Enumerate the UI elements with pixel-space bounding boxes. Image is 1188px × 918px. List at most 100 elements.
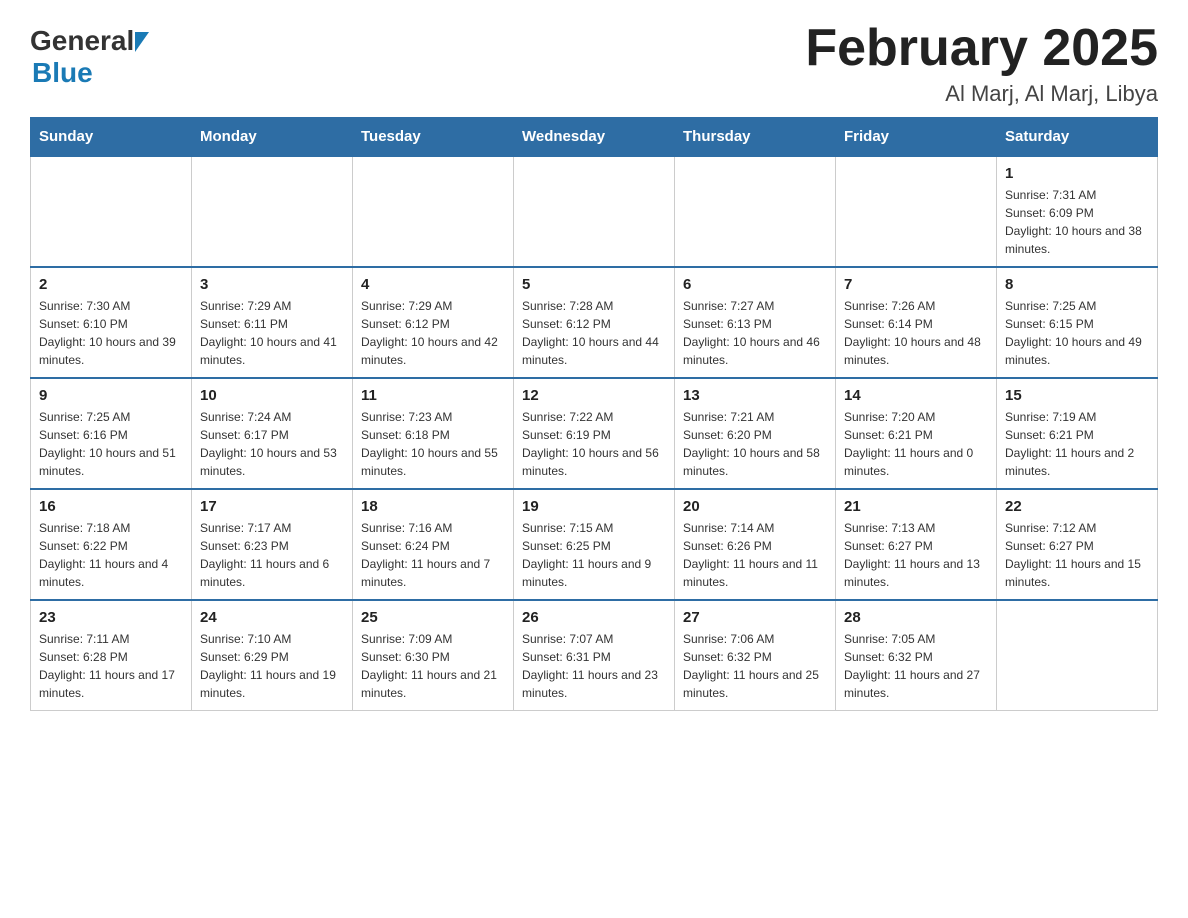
day-number: 8 bbox=[1005, 276, 1149, 293]
calendar-cell: 19 Sunrise: 7:15 AMSunset: 6:25 PMDayligh… bbox=[514, 489, 675, 600]
logo: General Blue bbox=[30, 20, 149, 89]
day-number: 10 bbox=[200, 387, 344, 404]
calendar-cell bbox=[997, 600, 1158, 711]
calendar-cell: 17 Sunrise: 7:17 AMSunset: 6:23 PMDayligh… bbox=[192, 489, 353, 600]
day-number: 19 bbox=[522, 498, 666, 515]
day-number: 6 bbox=[683, 276, 827, 293]
calendar-week-5: 23 Sunrise: 7:11 AMSunset: 6:28 PMDayligh… bbox=[31, 600, 1158, 711]
day-info: Sunrise: 7:28 AMSunset: 6:12 PMDaylight:… bbox=[522, 297, 666, 369]
day-info: Sunrise: 7:22 AMSunset: 6:19 PMDaylight:… bbox=[522, 408, 666, 480]
calendar-cell: 22 Sunrise: 7:12 AMSunset: 6:27 PMDayligh… bbox=[997, 489, 1158, 600]
calendar-cell: 9Sunrise: 7:25 AMSunset: 6:16 PMDaylight… bbox=[31, 378, 192, 489]
day-info: Sunrise: 7:29 AMSunset: 6:11 PMDaylight:… bbox=[200, 297, 344, 369]
day-info: Sunrise: 7:21 AMSunset: 6:20 PMDaylight:… bbox=[683, 408, 827, 480]
day-number: 15 bbox=[1005, 387, 1149, 404]
day-number: 14 bbox=[844, 387, 988, 404]
day-number: 2 bbox=[39, 276, 183, 293]
day-info: Sunrise: 7:30 AMSunset: 6:10 PMDaylight:… bbox=[39, 297, 183, 369]
page-title: February 2025 bbox=[805, 20, 1158, 77]
day-number: 13 bbox=[683, 387, 827, 404]
logo-general-text: General bbox=[30, 25, 134, 57]
calendar-cell bbox=[31, 156, 192, 267]
calendar-cell: 24Sunrise: 7:10 AMSunset: 6:29 PMDayligh… bbox=[192, 600, 353, 711]
day-info: Sunrise: 7:14 AMSunset: 6:26 PMDaylight:… bbox=[683, 519, 827, 591]
calendar-cell: 6 Sunrise: 7:27 AMSunset: 6:13 PMDaylight… bbox=[675, 267, 836, 378]
calendar-cell bbox=[675, 156, 836, 267]
calendar-week-1: 1 Sunrise: 7:31 AMSunset: 6:09 PMDaylight… bbox=[31, 156, 1158, 267]
calendar-cell: 1 Sunrise: 7:31 AMSunset: 6:09 PMDaylight… bbox=[997, 156, 1158, 267]
calendar-header-tuesday: Tuesday bbox=[353, 118, 514, 157]
day-number: 25 bbox=[361, 609, 505, 626]
day-info: Sunrise: 7:17 AMSunset: 6:23 PMDaylight:… bbox=[200, 519, 344, 591]
day-number: 1 bbox=[1005, 165, 1149, 182]
calendar-cell: 8Sunrise: 7:25 AMSunset: 6:15 PMDaylight… bbox=[997, 267, 1158, 378]
day-info: Sunrise: 7:19 AMSunset: 6:21 PMDaylight:… bbox=[1005, 408, 1149, 480]
day-number: 26 bbox=[522, 609, 666, 626]
calendar-cell: 5 Sunrise: 7:28 AMSunset: 6:12 PMDaylight… bbox=[514, 267, 675, 378]
calendar-cell: 4 Sunrise: 7:29 AMSunset: 6:12 PMDaylight… bbox=[353, 267, 514, 378]
day-info: Sunrise: 7:27 AMSunset: 6:13 PMDaylight:… bbox=[683, 297, 827, 369]
calendar-header-friday: Friday bbox=[836, 118, 997, 157]
calendar-week-3: 9Sunrise: 7:25 AMSunset: 6:16 PMDaylight… bbox=[31, 378, 1158, 489]
calendar-header-row: SundayMondayTuesdayWednesdayThursdayFrid… bbox=[31, 118, 1158, 157]
calendar-cell: 23 Sunrise: 7:11 AMSunset: 6:28 PMDayligh… bbox=[31, 600, 192, 711]
day-info: Sunrise: 7:12 AMSunset: 6:27 PMDaylight:… bbox=[1005, 519, 1149, 591]
day-number: 11 bbox=[361, 387, 505, 404]
calendar-cell: 12 Sunrise: 7:22 AMSunset: 6:19 PMDayligh… bbox=[514, 378, 675, 489]
calendar-header-wednesday: Wednesday bbox=[514, 118, 675, 157]
day-number: 18 bbox=[361, 498, 505, 515]
calendar-cell bbox=[514, 156, 675, 267]
day-info: Sunrise: 7:05 AMSunset: 6:32 PMDaylight:… bbox=[844, 630, 988, 702]
day-info: Sunrise: 7:20 AMSunset: 6:21 PMDaylight:… bbox=[844, 408, 988, 480]
calendar-week-4: 16 Sunrise: 7:18 AMSunset: 6:22 PMDayligh… bbox=[31, 489, 1158, 600]
calendar-cell bbox=[353, 156, 514, 267]
day-info: Sunrise: 7:07 AMSunset: 6:31 PMDaylight:… bbox=[522, 630, 666, 702]
day-info: Sunrise: 7:16 AMSunset: 6:24 PMDaylight:… bbox=[361, 519, 505, 591]
day-info: Sunrise: 7:18 AMSunset: 6:22 PMDaylight:… bbox=[39, 519, 183, 591]
calendar-cell: 11Sunrise: 7:23 AMSunset: 6:18 PMDayligh… bbox=[353, 378, 514, 489]
day-info: Sunrise: 7:15 AMSunset: 6:25 PMDaylight:… bbox=[522, 519, 666, 591]
day-number: 22 bbox=[1005, 498, 1149, 515]
calendar-cell: 20 Sunrise: 7:14 AMSunset: 6:26 PMDayligh… bbox=[675, 489, 836, 600]
day-number: 5 bbox=[522, 276, 666, 293]
day-info: Sunrise: 7:25 AMSunset: 6:16 PMDaylight:… bbox=[39, 408, 183, 480]
calendar-cell: 10 Sunrise: 7:24 AMSunset: 6:17 PMDayligh… bbox=[192, 378, 353, 489]
calendar-cell: 25 Sunrise: 7:09 AMSunset: 6:30 PMDayligh… bbox=[353, 600, 514, 711]
calendar-cell: 13 Sunrise: 7:21 AMSunset: 6:20 PMDayligh… bbox=[675, 378, 836, 489]
day-number: 27 bbox=[683, 609, 827, 626]
logo-blue-text: Blue bbox=[32, 57, 93, 89]
day-number: 4 bbox=[361, 276, 505, 293]
day-number: 3 bbox=[200, 276, 344, 293]
day-number: 12 bbox=[522, 387, 666, 404]
calendar-header-thursday: Thursday bbox=[675, 118, 836, 157]
logo-triangle-icon bbox=[135, 32, 149, 52]
day-info: Sunrise: 7:10 AMSunset: 6:29 PMDaylight:… bbox=[200, 630, 344, 702]
calendar-cell: 2 Sunrise: 7:30 AMSunset: 6:10 PMDaylight… bbox=[31, 267, 192, 378]
day-info: Sunrise: 7:24 AMSunset: 6:17 PMDaylight:… bbox=[200, 408, 344, 480]
day-number: 17 bbox=[200, 498, 344, 515]
title-section: February 2025 Al Marj, Al Marj, Libya bbox=[805, 20, 1158, 107]
calendar-cell: 28 Sunrise: 7:05 AMSunset: 6:32 PMDayligh… bbox=[836, 600, 997, 711]
page-header: General Blue February 2025 Al Marj, Al M… bbox=[30, 20, 1158, 107]
calendar-header-sunday: Sunday bbox=[31, 118, 192, 157]
day-info: Sunrise: 7:13 AMSunset: 6:27 PMDaylight:… bbox=[844, 519, 988, 591]
calendar-cell: 18 Sunrise: 7:16 AMSunset: 6:24 PMDayligh… bbox=[353, 489, 514, 600]
calendar-cell: 3 Sunrise: 7:29 AMSunset: 6:11 PMDaylight… bbox=[192, 267, 353, 378]
day-info: Sunrise: 7:31 AMSunset: 6:09 PMDaylight:… bbox=[1005, 186, 1149, 258]
calendar-cell: 7Sunrise: 7:26 AMSunset: 6:14 PMDaylight… bbox=[836, 267, 997, 378]
day-number: 28 bbox=[844, 609, 988, 626]
day-number: 20 bbox=[683, 498, 827, 515]
calendar-cell: 14 Sunrise: 7:20 AMSunset: 6:21 PMDayligh… bbox=[836, 378, 997, 489]
day-info: Sunrise: 7:11 AMSunset: 6:28 PMDaylight:… bbox=[39, 630, 183, 702]
day-number: 16 bbox=[39, 498, 183, 515]
calendar-header-monday: Monday bbox=[192, 118, 353, 157]
calendar-cell bbox=[836, 156, 997, 267]
page-subtitle: Al Marj, Al Marj, Libya bbox=[805, 81, 1158, 107]
calendar-cell: 27Sunrise: 7:06 AMSunset: 6:32 PMDayligh… bbox=[675, 600, 836, 711]
calendar-cell: 15 Sunrise: 7:19 AMSunset: 6:21 PMDayligh… bbox=[997, 378, 1158, 489]
day-info: Sunrise: 7:29 AMSunset: 6:12 PMDaylight:… bbox=[361, 297, 505, 369]
day-info: Sunrise: 7:09 AMSunset: 6:30 PMDaylight:… bbox=[361, 630, 505, 702]
day-number: 23 bbox=[39, 609, 183, 626]
calendar-cell: 26 Sunrise: 7:07 AMSunset: 6:31 PMDayligh… bbox=[514, 600, 675, 711]
day-number: 21 bbox=[844, 498, 988, 515]
